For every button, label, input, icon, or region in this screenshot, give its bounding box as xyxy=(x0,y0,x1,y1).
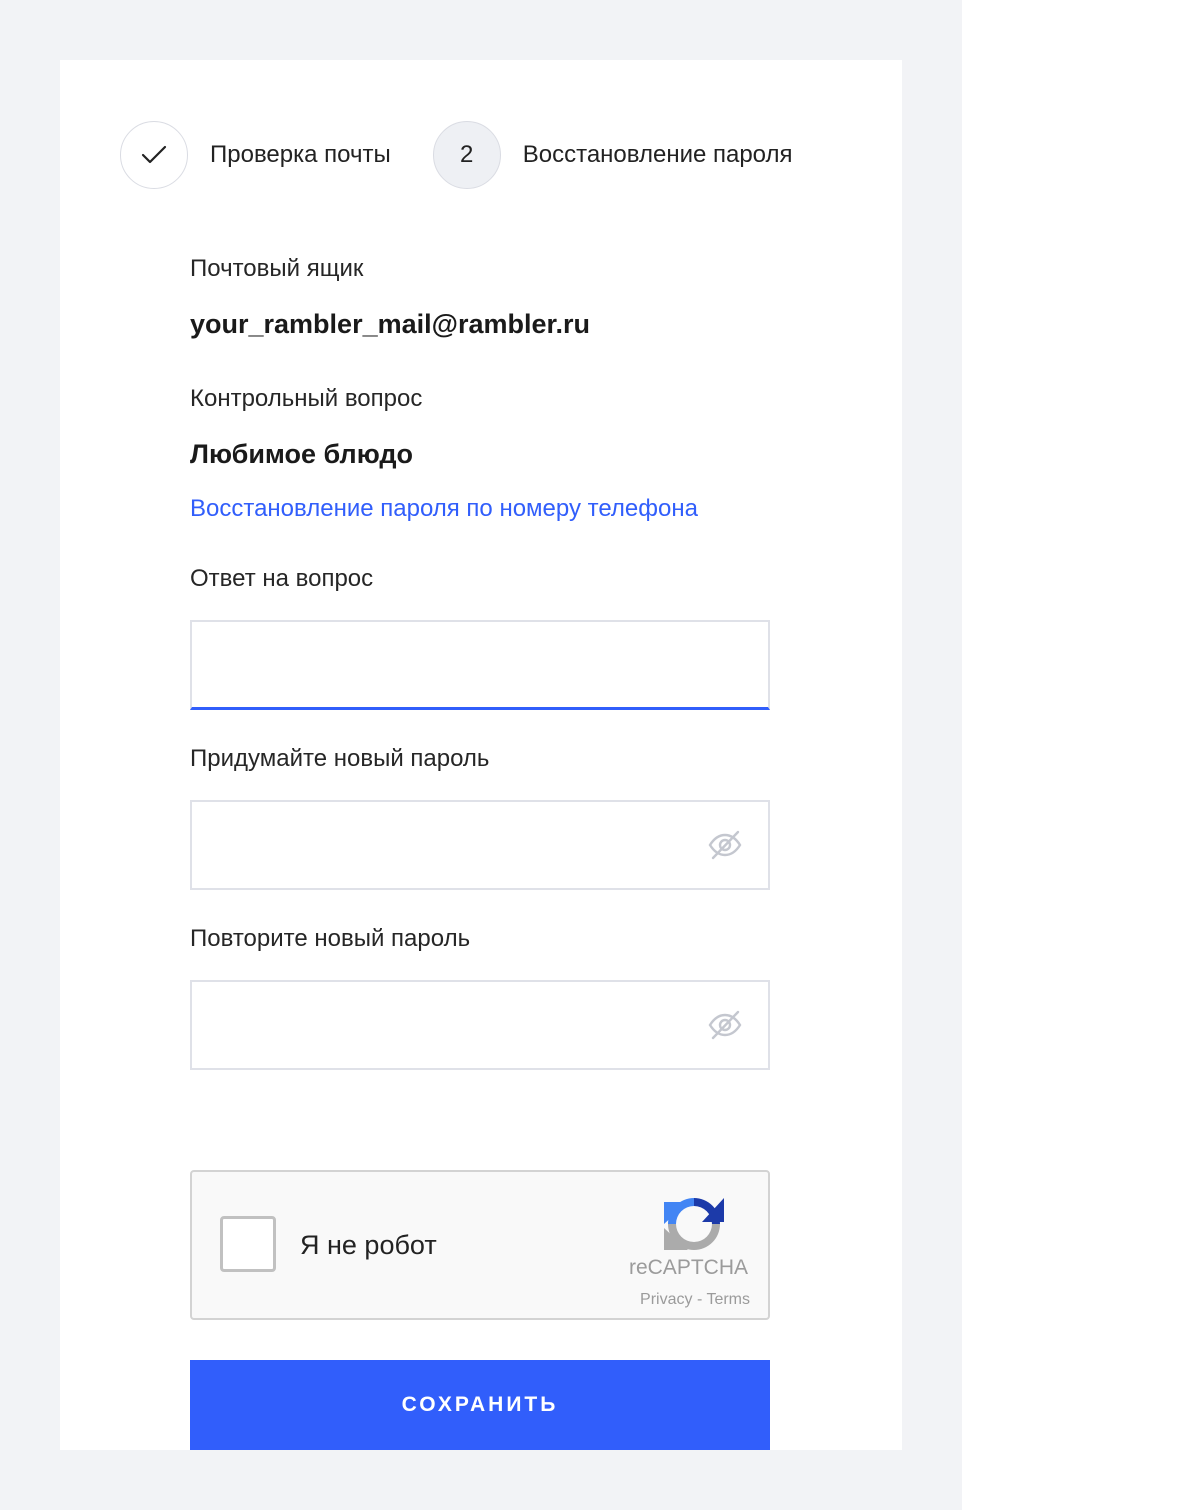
step-email-check: Проверка почты xyxy=(120,121,391,189)
security-question-label: Контрольный вопрос xyxy=(190,385,423,412)
step-number: 2 xyxy=(460,141,474,168)
save-button[interactable]: СОХРАНИТЬ xyxy=(190,1360,770,1450)
answer-field xyxy=(190,620,770,710)
step-label: Проверка почты xyxy=(210,141,391,168)
recaptcha-label: Я не робот xyxy=(300,1230,437,1260)
repeat-password-input[interactable] xyxy=(192,982,768,1068)
password-recovery-card: Проверка почты 2 Восстановление пароля П… xyxy=(60,60,902,1450)
answer-input[interactable] xyxy=(192,622,768,707)
check-icon xyxy=(141,145,167,164)
answer-label: Ответ на вопрос xyxy=(190,565,374,592)
mailbox-label: Почтовый ящик xyxy=(190,255,364,282)
step-done-circle xyxy=(120,121,188,189)
eye-hidden-icon[interactable] xyxy=(708,1010,742,1040)
eye-hidden-icon[interactable] xyxy=(708,830,742,860)
recaptcha-terms-link[interactable]: Terms xyxy=(706,1291,750,1308)
recaptcha-privacy-link[interactable]: Privacy xyxy=(640,1291,692,1308)
repeat-password-field xyxy=(190,980,770,1070)
new-password-field xyxy=(190,800,770,890)
recaptcha-brand: reCAPTCHA xyxy=(628,1256,748,1279)
recaptcha-links-separator: - xyxy=(692,1291,707,1308)
repeat-password-label: Повторите новый пароль xyxy=(190,925,471,952)
recaptcha-checkbox[interactable] xyxy=(220,1216,276,1272)
phone-recovery-link[interactable]: Восстановление пароля по номеру телефона xyxy=(190,495,698,523)
recaptcha-links: Privacy - Terms xyxy=(640,1291,750,1309)
step-active-circle: 2 xyxy=(432,121,501,189)
progress-steps: Проверка почты 2 Восстановление пароля xyxy=(120,120,793,190)
step-password-recovery: 2 Восстановление пароля xyxy=(432,121,793,189)
mailbox-value: your_rambler_mail@rambler.ru xyxy=(190,309,591,339)
recaptcha-logo-icon xyxy=(664,1198,724,1250)
security-question-value: Любимое блюдо xyxy=(190,439,414,469)
new-password-input[interactable] xyxy=(192,802,768,888)
step-label: Восстановление пароля xyxy=(522,141,793,168)
recaptcha-widget: Я не робот reCAPTCHA Privacy - Terms xyxy=(190,1170,770,1320)
new-password-label: Придумайте новый пароль xyxy=(190,745,490,772)
